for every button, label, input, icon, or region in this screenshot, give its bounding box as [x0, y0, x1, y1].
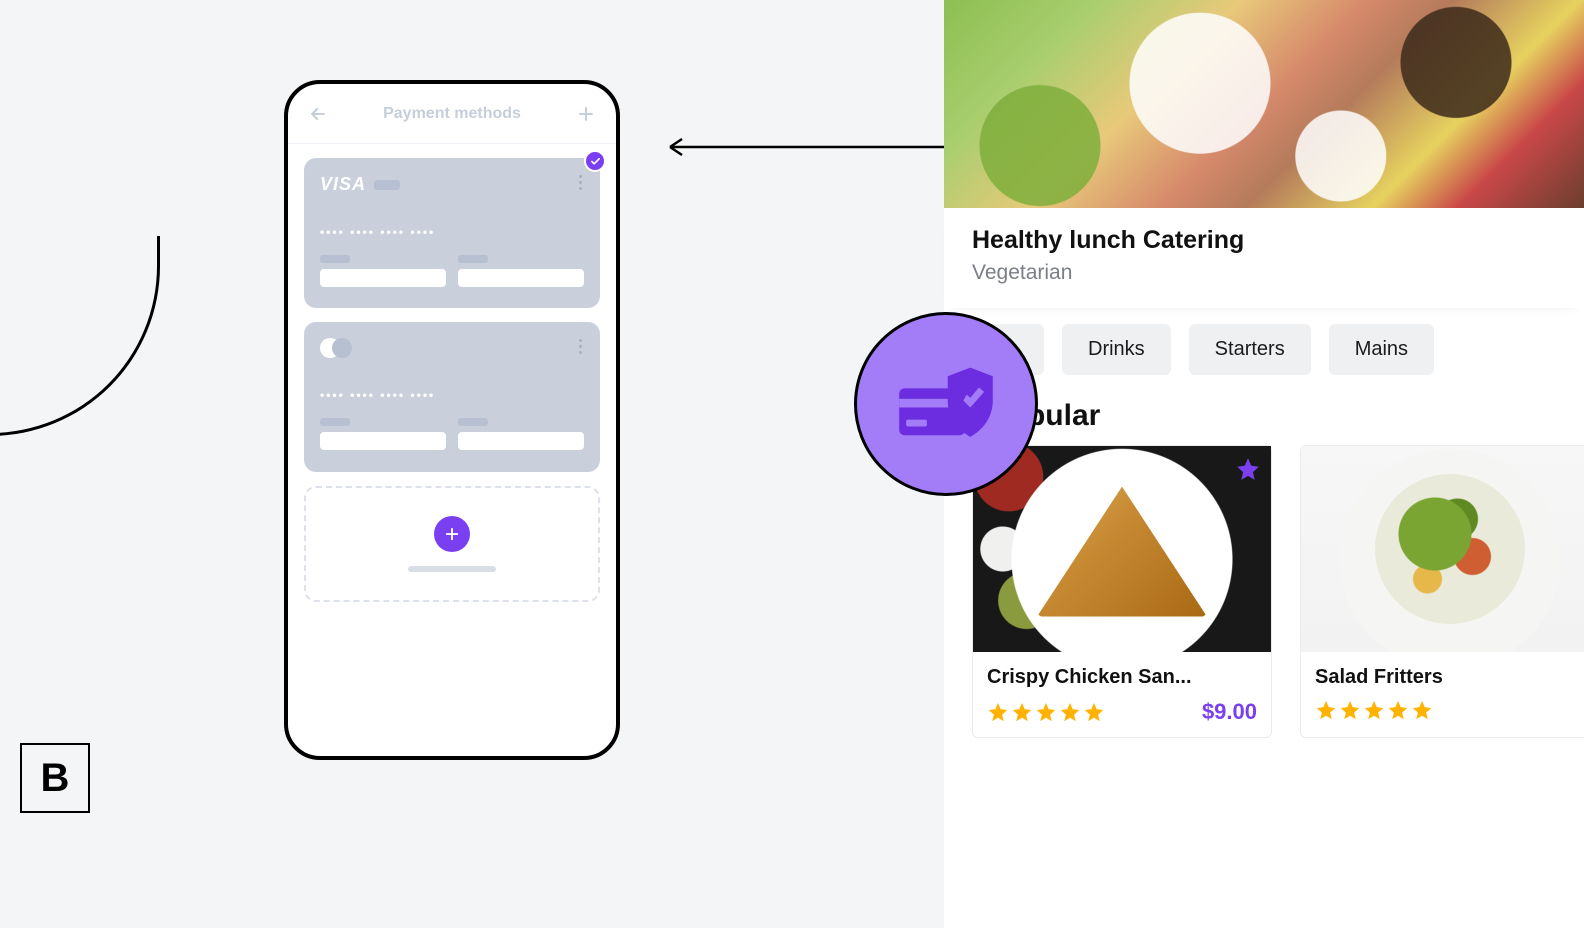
phone-title: Payment methods — [383, 105, 521, 123]
rating-stars — [987, 701, 1105, 723]
food-card[interactable]: Salad Fritters — [1300, 445, 1584, 738]
restaurant-info: Healthy lunch Catering Vegetarian — [944, 208, 1584, 308]
category-tab-starters[interactable]: Starters — [1189, 324, 1311, 375]
rating-stars — [1315, 699, 1433, 721]
card-field-cvv — [458, 255, 584, 287]
phone-header: Payment methods — [288, 84, 616, 144]
food-price: $9.00 — [1202, 699, 1257, 725]
payment-card-visa[interactable]: VISA •••• •••• •••• •••• — [304, 158, 600, 308]
brand-logo-letter: B — [41, 756, 70, 801]
add-card-icon — [434, 516, 470, 552]
card-brand-row: VISA — [320, 174, 584, 195]
card-field-expiry — [320, 418, 446, 450]
star-icon — [1083, 701, 1105, 723]
secure-payment-badge — [854, 312, 1038, 496]
add-card-label-placeholder — [408, 566, 496, 572]
connector-arrow-icon — [658, 135, 948, 159]
food-image — [1301, 446, 1584, 652]
restaurant-subtitle: Vegetarian — [972, 261, 1556, 285]
card-more-icon[interactable] — [572, 336, 588, 356]
star-icon — [987, 701, 1009, 723]
star-icon — [1315, 699, 1337, 721]
category-tab-drinks[interactable]: Drinks — [1062, 324, 1171, 375]
visa-logo: VISA — [320, 174, 366, 195]
star-icon — [1059, 701, 1081, 723]
star-icon — [1363, 699, 1385, 721]
payment-card-mastercard[interactable]: •••• •••• •••• •••• — [304, 322, 600, 472]
card-brand-row — [320, 338, 584, 358]
back-arrow-icon[interactable] — [306, 102, 330, 126]
card-number: •••• •••• •••• •••• — [320, 225, 584, 239]
add-card-placeholder[interactable] — [304, 486, 600, 602]
star-icon — [1339, 699, 1361, 721]
card-more-icon[interactable] — [572, 172, 588, 192]
star-icon — [1035, 701, 1057, 723]
food-name: Salad Fritters — [1315, 666, 1584, 689]
food-name: Crispy Chicken San... — [987, 666, 1257, 689]
add-payment-button[interactable] — [574, 102, 598, 126]
phone-mock-payment-methods: Payment methods VISA •••• •••• •••• •••• — [284, 80, 620, 760]
selected-check-icon — [584, 150, 606, 172]
star-icon — [1011, 701, 1033, 723]
star-icon — [1411, 699, 1433, 721]
card-chip-placeholder — [374, 180, 400, 190]
card-shield-icon — [894, 362, 998, 446]
phone-body: VISA •••• •••• •••• •••• •••• •••• •••• … — [288, 144, 616, 616]
card-number: •••• •••• •••• •••• — [320, 388, 584, 402]
category-tab-mains[interactable]: Mains — [1329, 324, 1434, 375]
food-image — [973, 446, 1271, 652]
food-card-row: Crispy Chicken San... $9.00 Salad Fritte… — [944, 445, 1584, 738]
favorite-star-icon[interactable] — [1235, 456, 1261, 482]
card-field-expiry — [320, 255, 446, 287]
restaurant-screen: Healthy lunch Catering Vegetarian ks Dri… — [944, 0, 1584, 928]
section-title: t popular — [944, 375, 1584, 445]
mastercard-logo-icon — [320, 338, 352, 358]
decorative-arc — [0, 236, 160, 436]
category-tabs: ks Drinks Starters Mains — [944, 308, 1584, 375]
restaurant-title: Healthy lunch Catering — [972, 226, 1556, 255]
restaurant-hero-image — [944, 0, 1584, 208]
card-field-cvv — [458, 418, 584, 450]
star-icon — [1387, 699, 1409, 721]
food-card[interactable]: Crispy Chicken San... $9.00 — [972, 445, 1272, 738]
brand-logo: B — [20, 743, 90, 813]
